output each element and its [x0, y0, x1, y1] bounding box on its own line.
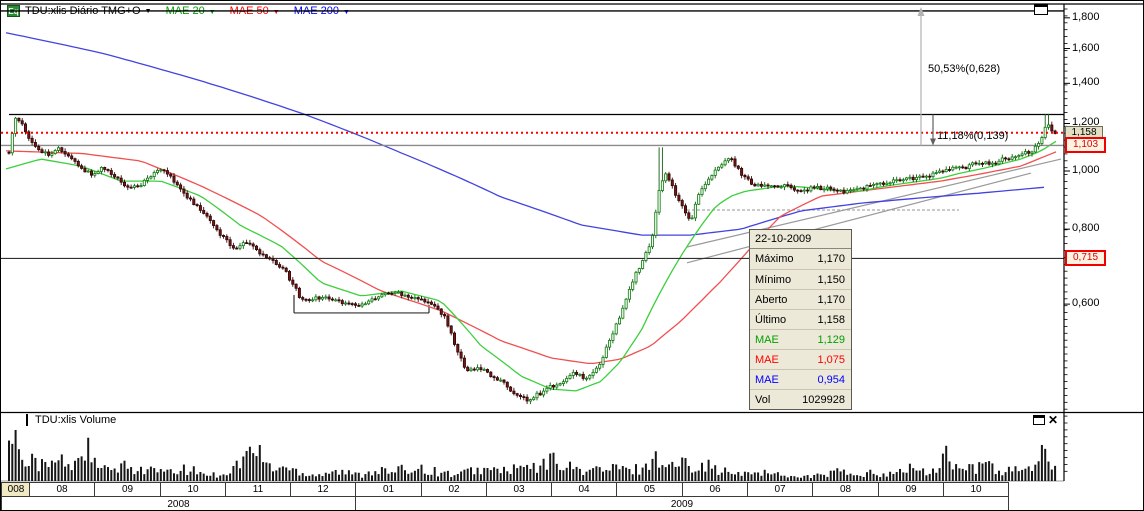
tooltip-row-label: Máximo — [755, 253, 794, 265]
tooltip-row-value: 0,954 — [817, 374, 845, 386]
tooltip-row-value: 1,158 — [817, 314, 845, 326]
x-axis-month-cell: 01 — [355, 482, 422, 497]
tooltip-row: Mínimo 1,150 — [750, 269, 851, 289]
x-axis: 008 08 09 10 11 12 01 02 03 04 05 06 07 08 09 10 2008 2… — [1, 482, 1143, 510]
panel-grip[interactable] — [26, 414, 28, 426]
price-axis-label: 1,800 — [1072, 10, 1100, 23]
x-axis-month-cell: 11 — [225, 482, 291, 497]
tooltip-row-label: Mínimo — [755, 274, 792, 286]
close-icon[interactable]: ✕ — [1048, 413, 1058, 427]
tooltip-row-label: Vol — [755, 394, 771, 406]
x-axis-month-cell: 03 — [486, 482, 552, 497]
x-axis-year-cell: 2009 — [355, 496, 1009, 510]
x-axis-month-cell: 10 — [943, 482, 1009, 497]
x-axis-month-cell: 12 — [290, 482, 356, 497]
alert-price-marker[interactable]: 0,715 — [1065, 250, 1106, 267]
price-axis-label: 0,800 — [1072, 222, 1100, 235]
price-axis-label: 0,600 — [1072, 297, 1100, 310]
volume-panel-header: TDU:xlis Volume ✕ — [1, 413, 1143, 428]
x-axis-month-cell: 05 — [616, 482, 683, 497]
chart-window: Eq TDU:xlis Diário TMG+O ▼ MAE 20▼MAE 50… — [0, 0, 1144, 511]
tooltip-row: Aberto 1,170 — [750, 289, 851, 309]
maximize-icon[interactable] — [1034, 4, 1048, 15]
price-chart-canvas[interactable] — [1, 1, 1144, 511]
tooltip-date: 22-10-2009 — [750, 230, 851, 249]
tooltip-row-value: 1,075 — [817, 354, 845, 366]
tooltip-row-label: MAE — [755, 354, 779, 366]
tooltip-row-label: MAE — [755, 374, 779, 386]
restore-icon[interactable] — [1033, 415, 1045, 425]
tooltip-row-value: 1,129 — [817, 334, 845, 346]
x-axis-month-cell: 08 — [29, 482, 95, 497]
tooltip-row-label: Aberto — [755, 294, 788, 306]
price-axis-label: 1,000 — [1072, 164, 1100, 176]
data-tooltip: 22-10-2009 Máximo 1,170 Mínimo 1,150 Aberto 1… — [749, 229, 852, 410]
x-axis-month-cell: 09 — [878, 482, 944, 497]
alert-price-marker[interactable]: 1,103 — [1065, 137, 1106, 154]
price-axis-label: 1,600 — [1072, 41, 1100, 54]
projection-label: 50,53%(0,628) — [928, 63, 1001, 75]
x-axis-month-cell: 07 — [747, 482, 813, 497]
x-axis-month-cell: 06 — [682, 482, 748, 497]
tooltip-row: Último 1,158 — [750, 309, 851, 329]
tooltip-row-value: 1029928 — [802, 394, 845, 406]
volume-panel-title: TDU:xlis Volume — [35, 414, 117, 426]
tooltip-row-label: Último — [755, 314, 787, 326]
tooltip-row-value: 1,150 — [817, 274, 845, 286]
x-axis-month-cell: 10 — [160, 482, 226, 497]
tooltip-row-value: 1,170 — [817, 253, 845, 265]
tooltip-row: Máximo 1,170 — [750, 249, 851, 269]
tooltip-row: MAE 1,129 — [750, 329, 851, 349]
retracement-label: 11,18%(0,139) — [937, 130, 1009, 142]
tooltip-row-value: 1,170 — [817, 294, 845, 306]
tooltip-row: Vol 1029928 — [750, 389, 851, 409]
x-axis-month-cell: 04 — [551, 482, 617, 497]
x-axis-month-cell: 09 — [94, 482, 161, 497]
x-axis-month-cell: 08 — [812, 482, 879, 497]
tooltip-row: MAE 1,075 — [750, 349, 851, 369]
tooltip-rows: Máximo 1,170 Mínimo 1,150 Aberto 1,170 Último 1… — [750, 249, 851, 409]
tooltip-row: MAE 0,954 — [750, 369, 851, 389]
tooltip-row-label: MAE — [755, 334, 779, 346]
price-axis-label: 1,400 — [1072, 76, 1100, 89]
x-axis-month-cell: 02 — [421, 482, 487, 497]
x-axis-year-cell: 2008 — [1, 496, 356, 510]
x-axis-partial-year: 008 — [1, 482, 31, 497]
